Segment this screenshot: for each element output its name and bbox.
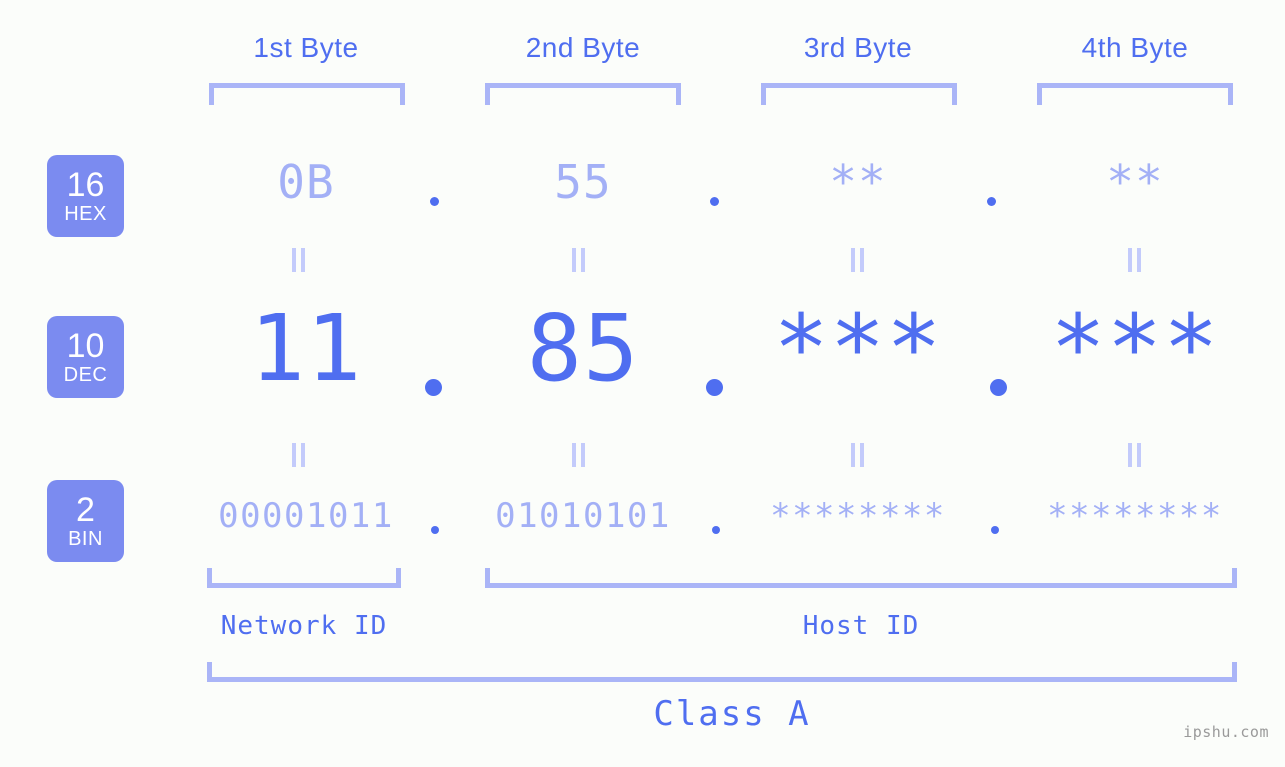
- equals-mark-dec-bin-1: [292, 443, 306, 467]
- base-badge-hex-number: 16: [66, 166, 105, 204]
- hex-value-byte-4: **: [1106, 155, 1164, 209]
- hex-value-byte-2: 55: [554, 155, 612, 209]
- base-badge-dec-number: 10: [66, 327, 105, 365]
- class-label: Class A: [653, 694, 811, 734]
- bin-value-byte-1: 00001011: [218, 496, 394, 536]
- equals-mark-hex-dec-1: [292, 248, 306, 272]
- byte-bracket-3: [761, 83, 957, 105]
- equals-mark-dec-bin-2: [572, 443, 586, 467]
- hex-separator-dot-3: [987, 197, 996, 206]
- network-id-bracket: [207, 568, 401, 588]
- byte-header-label-3: 3rd Byte: [803, 32, 913, 63]
- dec-value-byte-4: ***: [1050, 295, 1220, 402]
- dec-value-byte-3: ***: [773, 295, 943, 402]
- byte-header-label-4: 4th Byte: [1081, 32, 1189, 63]
- site-watermark: ipshu.com: [1183, 723, 1269, 741]
- base-badge-hex[interactable]: 16 HEX: [47, 155, 124, 237]
- class-bracket: [207, 662, 1237, 682]
- bin-value-byte-3: ********: [770, 496, 946, 536]
- byte-header-label-2: 2nd Byte: [525, 32, 641, 63]
- bin-separator-dot-3: [991, 526, 999, 534]
- bin-value-byte-2: 01010101: [495, 496, 671, 536]
- equals-mark-dec-bin-3: [851, 443, 865, 467]
- equals-mark-hex-dec-2: [572, 248, 586, 272]
- dec-value-byte-2: 85: [526, 295, 640, 402]
- dec-separator-dot-2: [706, 379, 723, 396]
- base-badge-bin[interactable]: 2 BIN: [47, 480, 124, 562]
- equals-mark-hex-dec-3: [851, 248, 865, 272]
- base-badge-bin-number: 2: [76, 491, 95, 529]
- base-badge-dec-name: DEC: [63, 364, 108, 386]
- byte-header-label-1: 1st Byte: [253, 32, 359, 63]
- base-badge-dec[interactable]: 10 DEC: [47, 316, 124, 398]
- hex-separator-dot-1: [430, 197, 439, 206]
- byte-bracket-1: [209, 83, 405, 105]
- bin-value-byte-4: ********: [1047, 496, 1223, 536]
- base-badge-hex-name: HEX: [64, 203, 107, 225]
- base-badge-bin-name: BIN: [68, 528, 103, 550]
- equals-mark-hex-dec-4: [1128, 248, 1142, 272]
- dec-separator-dot-3: [990, 379, 1007, 396]
- bin-separator-dot-2: [712, 526, 720, 534]
- byte-bracket-2: [485, 83, 681, 105]
- byte-bracket-4: [1037, 83, 1233, 105]
- hex-value-byte-3: **: [829, 155, 887, 209]
- equals-mark-dec-bin-4: [1128, 443, 1142, 467]
- network-id-label: Network ID: [220, 611, 388, 641]
- hex-separator-dot-2: [710, 197, 719, 206]
- dec-value-byte-1: 11: [249, 295, 363, 402]
- hex-value-byte-1: 0B: [277, 155, 335, 209]
- ip-address-breakdown-diagram: 1st Byte 2nd Byte 3rd Byte 4th Byte 16 H…: [0, 0, 1285, 767]
- bin-separator-dot-1: [431, 526, 439, 534]
- host-id-bracket: [485, 568, 1237, 588]
- dec-separator-dot-1: [425, 379, 442, 396]
- host-id-label: Host ID: [802, 611, 920, 641]
